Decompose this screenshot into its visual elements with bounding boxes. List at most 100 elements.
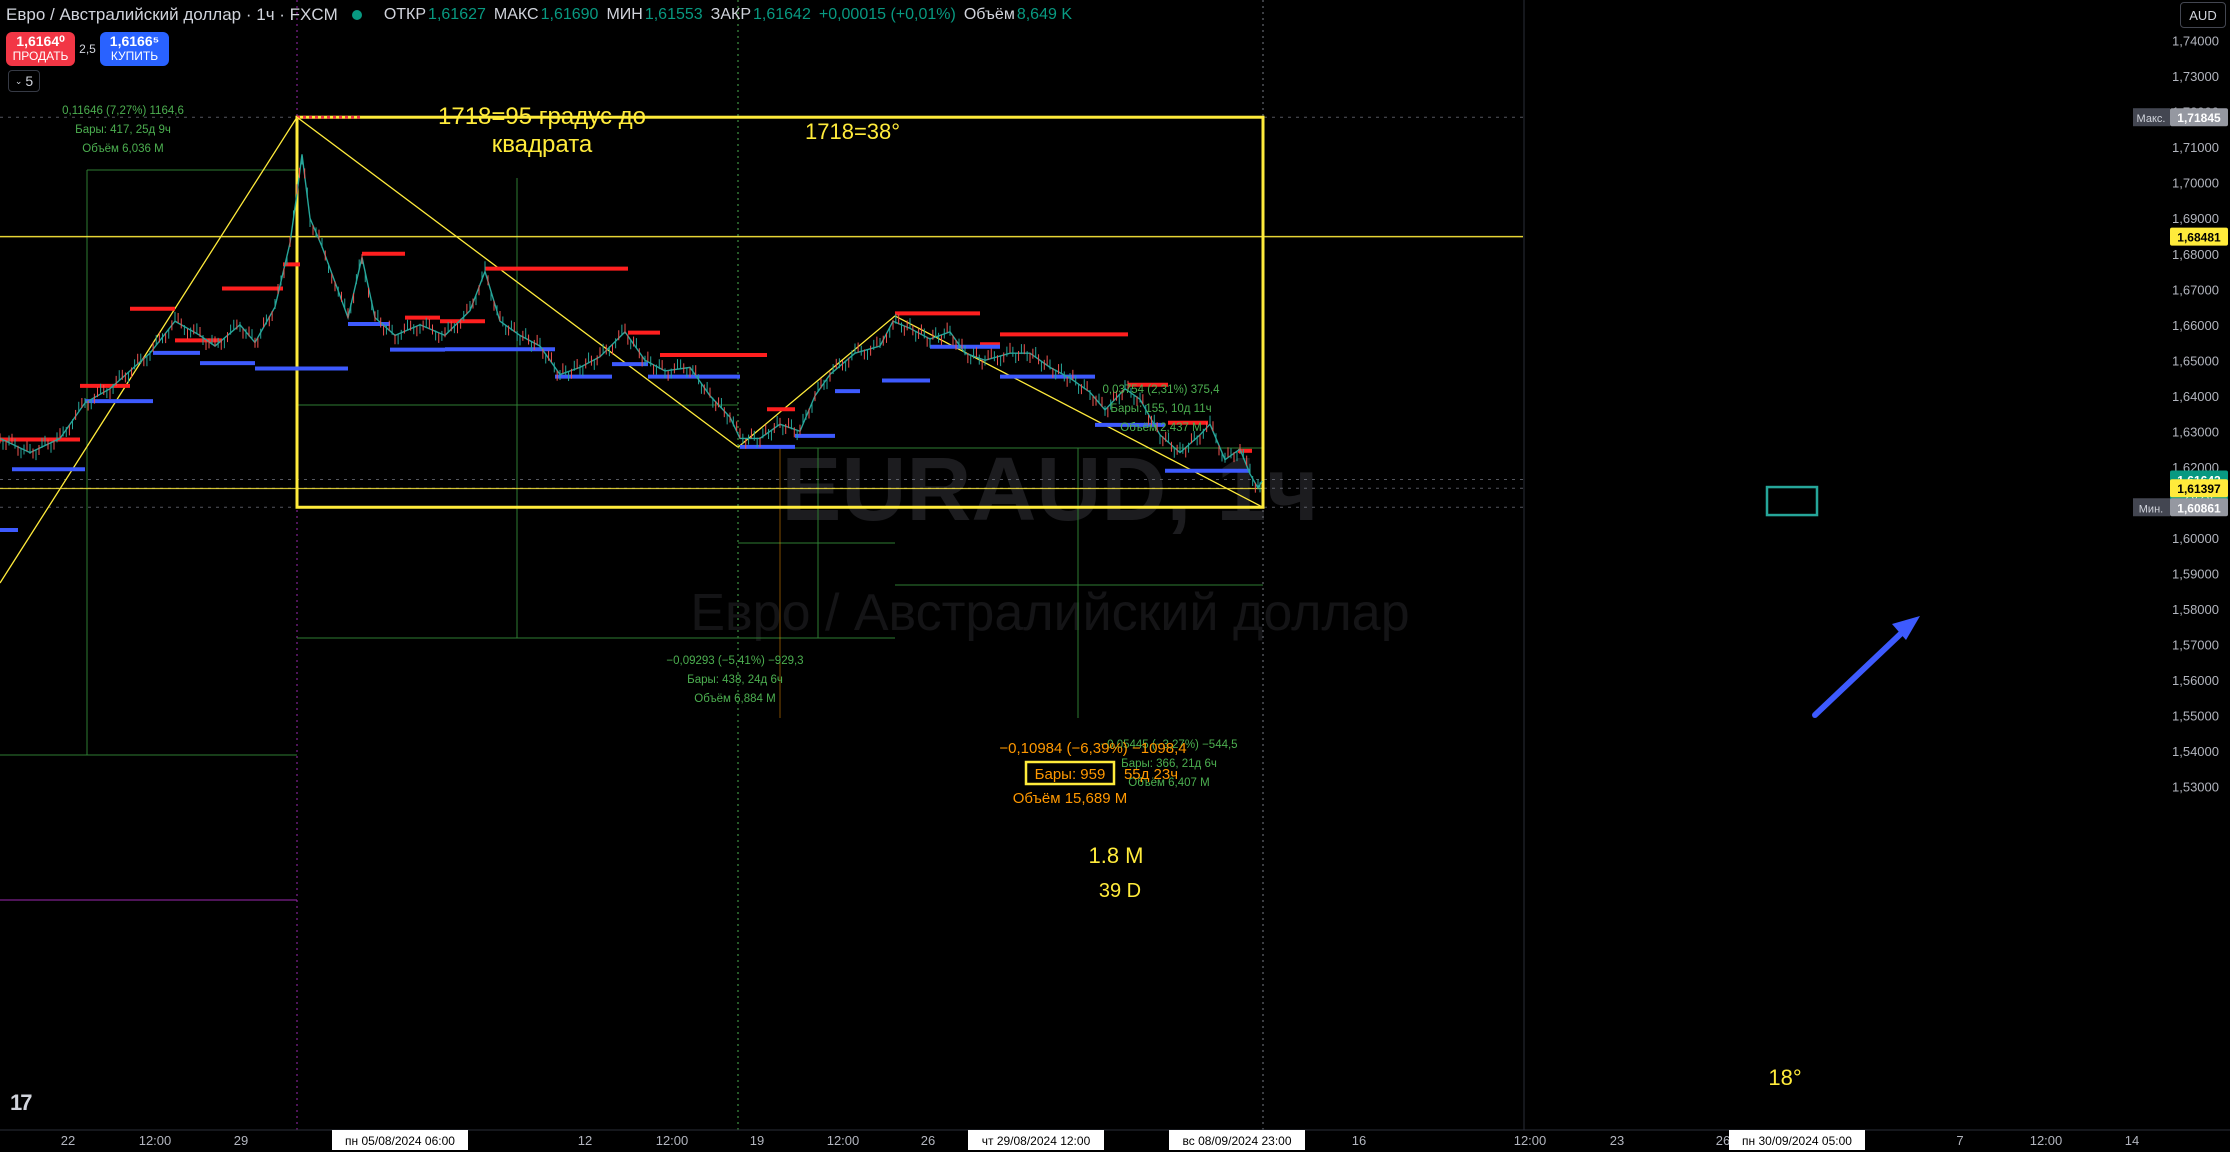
date-label: пн 30/09/2024 05:00: [1742, 1134, 1852, 1148]
measure-label-main: Объём 15,689 M: [1013, 790, 1128, 807]
open-value: 1,61627: [428, 6, 486, 23]
change-value: +0,00015 (+0,01%): [818, 6, 956, 23]
annotation-volume: 1.8 M: [1088, 843, 1143, 868]
price-axis-tick: 1,71000: [2172, 140, 2219, 155]
price-label-text: 1,61397: [2177, 482, 2221, 496]
spacer-line: [1270, 723, 1912, 1000]
time-axis-tick: 7: [1956, 1133, 1963, 1148]
measure-label-main: Бары: 959: [1035, 766, 1106, 783]
trend-line: [737, 315, 896, 448]
measure-label-main: 55д 23ч: [1124, 766, 1178, 783]
price-axis-tick: 1,57000: [2172, 637, 2219, 652]
currency-button[interactable]: AUD: [2180, 2, 2226, 28]
price-label-text: 1,60861: [2177, 501, 2221, 515]
tradingview-logo-icon[interactable]: 17: [10, 1090, 33, 1116]
price-axis-tick: 1,56000: [2172, 673, 2219, 688]
low-label: МИН: [606, 6, 643, 23]
measure-label: Бары: 155, 10д 11ч: [1110, 403, 1211, 415]
watermark-symbol: EURAUD, 1ч: [781, 440, 1318, 540]
watermark-name: Евро / Австралийский доллар: [690, 584, 1409, 642]
annotation-angle: 1718=38°: [805, 119, 900, 144]
symbol-title[interactable]: Евро / Австралийский доллар · 1ч · FXCM: [6, 5, 338, 25]
price-label-text: 1,71845: [2177, 111, 2221, 125]
price-label-tag-text: Мин.: [2139, 503, 2163, 515]
sell-button[interactable]: 1,6164⁰ ПРОДАТЬ: [6, 32, 75, 66]
forecast-arrow-shaft: [1812, 622, 1913, 718]
buy-button[interactable]: 1,6166⁵ КУПИТЬ: [100, 32, 169, 66]
time-axis-tick: 12:00: [827, 1133, 860, 1148]
measure-label: Объём 2,437 M: [1120, 422, 1201, 434]
measure-label: Объём 6,036 M: [82, 143, 163, 155]
low-value: 1,61553: [644, 6, 703, 23]
price-axis-tick: 1,65000: [2172, 353, 2219, 368]
price-axis-tick: 1,64000: [2172, 389, 2219, 404]
price-axis-tick: 1,54000: [2172, 744, 2219, 759]
price-axis-tick: 1,70000: [2172, 176, 2219, 191]
measure-label: 0,11646 (7,27%) 1164,6: [62, 105, 184, 117]
trend-line: [0, 116, 298, 584]
close-value: 1,61642: [753, 6, 811, 23]
price-axis-tick: 1,59000: [2172, 566, 2219, 581]
time-axis-tick: 16: [1352, 1133, 1366, 1148]
measure-label: Бары: 438, 24д 6ч: [687, 674, 783, 686]
price-chart[interactable]: EURAUD, 1чЕвро / Австралийский доллар171…: [0, 0, 2230, 1152]
open-label: ОТКР: [383, 6, 427, 23]
price-axis-tick: 1,60000: [2172, 531, 2219, 546]
interval-label: 5: [25, 73, 34, 89]
trade-panel: 1,6164⁰ ПРОДАТЬ 2,5 1,6166⁵ КУПИТЬ: [6, 32, 169, 66]
time-axis-tick: 22: [61, 1133, 75, 1148]
volume-label: Объём: [963, 6, 1015, 23]
measure-label-main: −0,10984 (−6,39%) −1098,4: [999, 740, 1186, 757]
date-label: пн 05/08/2024 06:00: [345, 1134, 455, 1148]
price-line: [0, 154, 1263, 490]
sell-price: 1,6164⁰: [16, 33, 65, 49]
close-label: ЗАКР: [710, 6, 751, 23]
time-axis-tick: 12: [578, 1133, 592, 1148]
price-axis-tick: 1,58000: [2172, 602, 2219, 617]
high-value: 1,61690: [540, 6, 599, 23]
measure-label: Объём 6,884 M: [694, 693, 775, 705]
measure-label: Бары: 417, 25д 9ч: [75, 124, 171, 136]
time-axis-tick: 23: [1610, 1133, 1624, 1148]
price-axis-tick: 1,63000: [2172, 424, 2219, 439]
sell-label: ПРОДАТЬ: [12, 49, 69, 63]
price-axis-tick: 1,73000: [2172, 69, 2219, 84]
time-axis-tick: 26: [1716, 1133, 1730, 1148]
time-axis-tick: 26: [921, 1133, 935, 1148]
buy-price: 1,6166⁵: [109, 33, 160, 49]
time-axis-tick: 12:00: [656, 1133, 689, 1148]
date-label: чт 29/08/2024 12:00: [982, 1134, 1091, 1148]
time-axis-tick: 14: [2125, 1133, 2139, 1148]
price-axis-tick: 1,66000: [2172, 318, 2219, 333]
high-label: МАКС: [493, 6, 539, 23]
forecast-arrow: [1270, 620, 1918, 1000]
measure-label: −0,09293 (−5,41%) −929,3: [666, 655, 803, 667]
date-label: вс 08/09/2024 23:00: [1183, 1134, 1292, 1148]
target-box: [1765, 485, 1819, 517]
price-label-text: 1,68481: [2177, 231, 2221, 245]
buy-label: КУПИТЬ: [110, 49, 159, 63]
spread-value: 2,5: [79, 42, 96, 56]
time-axis-tick: 12:00: [139, 1133, 172, 1148]
annotation-degree-square: 1718=95 градус до: [438, 103, 646, 130]
time-axis-tick: 19: [750, 1133, 764, 1148]
time-axis-tick: 12:00: [2030, 1133, 2063, 1148]
measure-label: 0,03754 (2,31%) 375,4: [1102, 384, 1220, 396]
price-label-tag-text: Макс.: [2137, 113, 2166, 125]
time-axis-tick: 12:00: [1514, 1133, 1547, 1148]
market-status-icon: [351, 10, 362, 20]
annotation-degree-square: квадрата: [492, 131, 593, 158]
price-axis-tick: 1,69000: [2172, 211, 2219, 226]
time-axis-tick: 29: [234, 1133, 248, 1148]
price-axis-tick: 1,53000: [2172, 779, 2219, 794]
annotation-angle-end: 18°: [1768, 1065, 1801, 1090]
collapse-icon: ⌄: [14, 75, 23, 86]
interval-button[interactable]: ⌄ 5: [8, 70, 40, 92]
price-axis-tick: 1,68000: [2172, 247, 2219, 262]
price-axis-tick: 1,67000: [2172, 282, 2219, 297]
symbol-header: Евро / Австралийский доллар · 1ч · FXCM …: [0, 0, 1072, 30]
price-axis-tick: 1,74000: [2172, 34, 2219, 49]
spacer-line: [1270, 722, 1912, 1000]
price-axis-tick: 1,55000: [2172, 708, 2219, 723]
volume-value: 8,649 K: [1016, 6, 1072, 23]
